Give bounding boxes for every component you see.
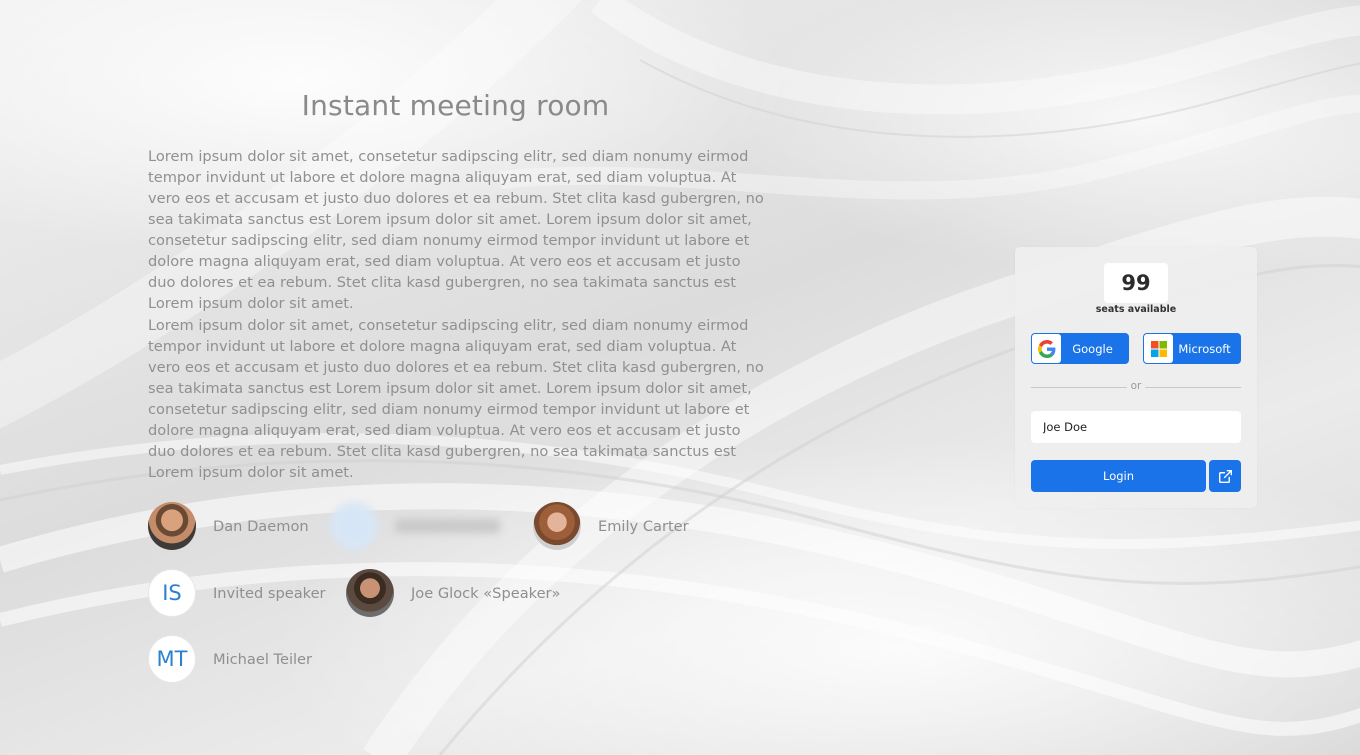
speaker-name: Emily Carter xyxy=(598,517,689,535)
login-card: 99 seats available Google Microsoft or L xyxy=(1015,247,1257,508)
microsoft-login-button[interactable]: Microsoft xyxy=(1143,333,1241,364)
google-label: Google xyxy=(1072,341,1113,356)
microsoft-label: Microsoft xyxy=(1178,341,1231,356)
description-paragraph: Lorem ipsum dolor sit amet, consetetur s… xyxy=(148,317,764,481)
speaker-name: Joe Glock «Speaker» xyxy=(411,584,561,602)
avatar xyxy=(533,502,581,550)
divider-text: or xyxy=(1130,380,1142,392)
speaker-item: Dan Daemon xyxy=(148,501,309,551)
speaker-item: Emily Carter xyxy=(533,501,689,551)
divider xyxy=(1031,387,1127,388)
google-icon xyxy=(1032,334,1061,363)
open-external-button[interactable] xyxy=(1209,460,1241,492)
name-input[interactable] xyxy=(1031,411,1241,443)
external-link-icon xyxy=(1218,469,1233,484)
speaker-item: Joe Glock «Speaker» xyxy=(346,568,560,618)
avatar xyxy=(330,502,378,550)
speaker-item: IS Invited speaker xyxy=(148,568,326,618)
description-paragraph: Lorem ipsum dolor sit amet, consetetur s… xyxy=(148,148,764,312)
speaker-item-blurred xyxy=(330,501,500,551)
divider xyxy=(1145,387,1241,388)
seats-count: 99 xyxy=(1104,263,1168,303)
page-title: Instant meeting room xyxy=(301,88,610,122)
avatar xyxy=(148,502,196,550)
google-login-button[interactable]: Google xyxy=(1031,333,1129,364)
speaker-item: MT Michael Teiler xyxy=(148,634,312,684)
avatar-initials: MT xyxy=(148,635,196,683)
speaker-name: Invited speaker xyxy=(213,584,326,602)
login-button[interactable]: Login xyxy=(1031,460,1206,492)
speaker-name-blurred xyxy=(395,519,500,533)
avatar xyxy=(346,569,394,617)
microsoft-icon xyxy=(1144,334,1173,363)
seats-label: seats available xyxy=(1095,304,1177,315)
speaker-name: Dan Daemon xyxy=(213,517,309,535)
speaker-name: Michael Teiler xyxy=(213,650,313,668)
avatar-initials: IS xyxy=(148,569,196,617)
